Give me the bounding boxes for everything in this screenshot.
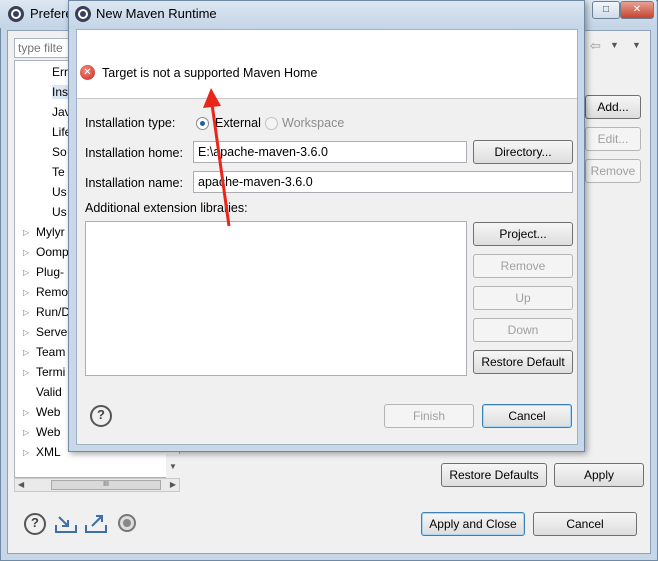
annotation-arrow <box>203 88 231 227</box>
